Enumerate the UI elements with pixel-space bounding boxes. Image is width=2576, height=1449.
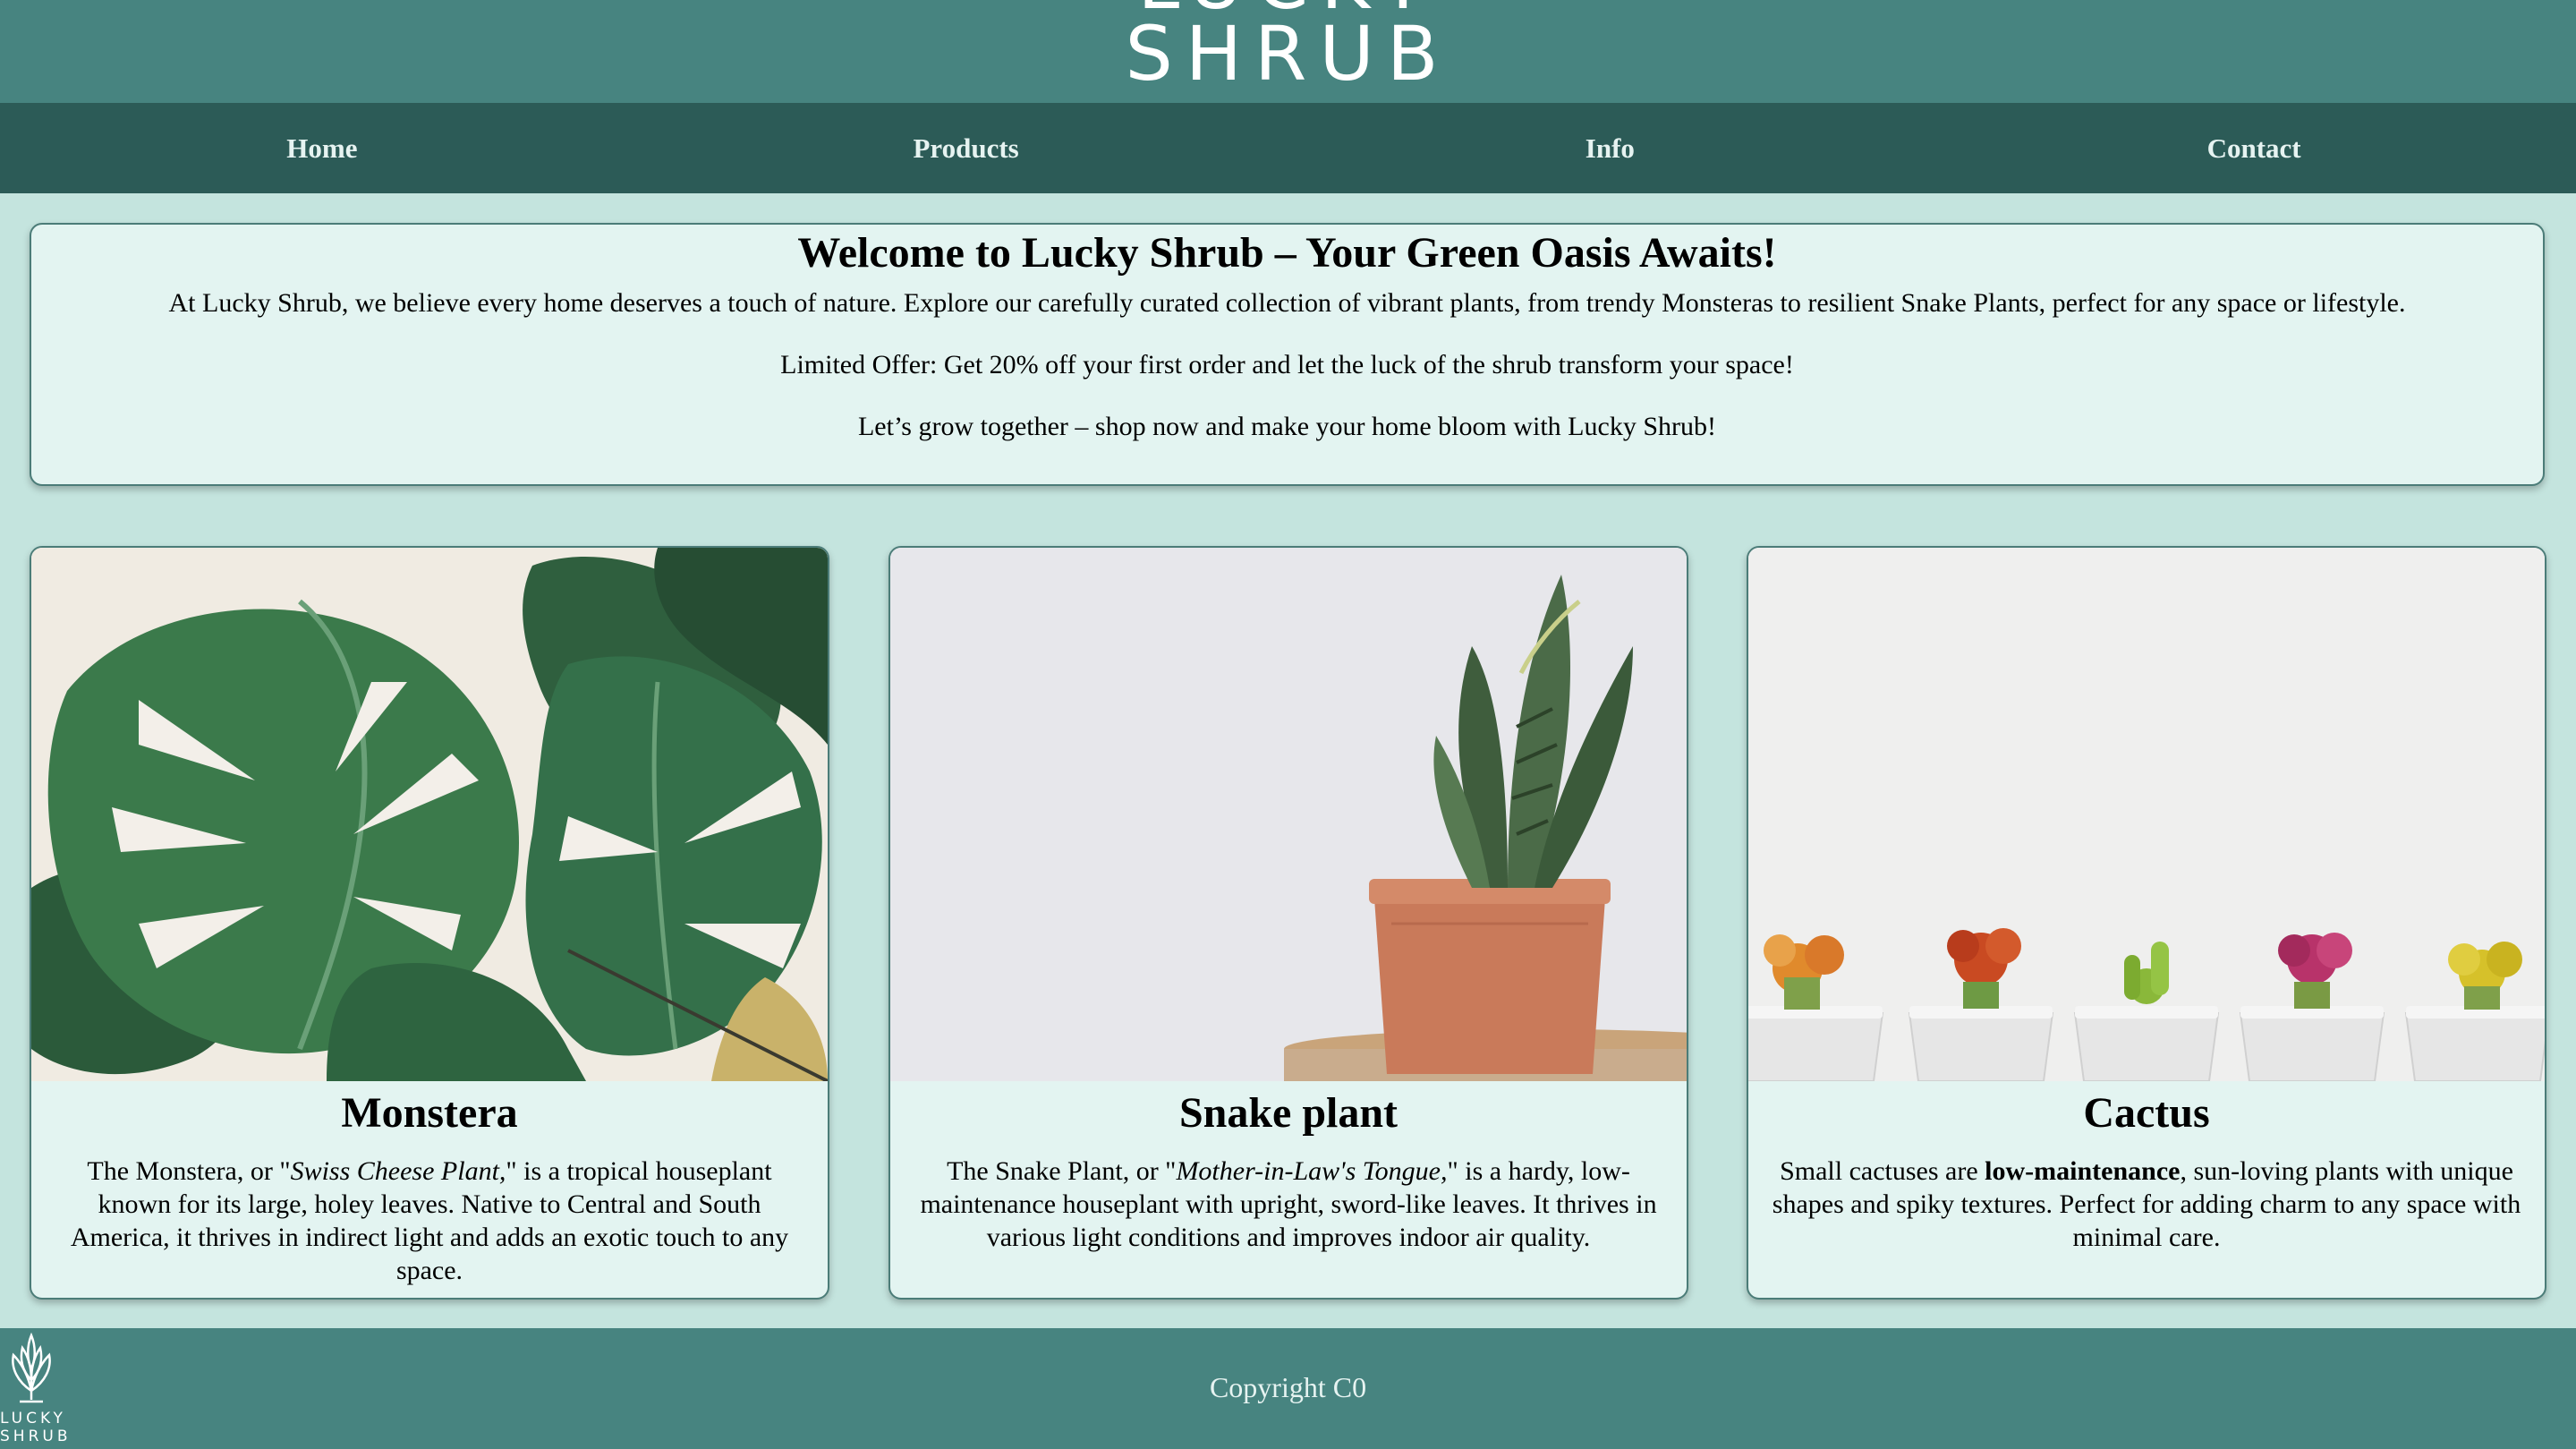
description-emphasis: Swiss Cheese Plant, — [290, 1156, 506, 1186]
footer-logo-text-bottom: SHRUB — [0, 1428, 72, 1445]
description-emphasis: Mother-in-Law's Tongue, — [1176, 1156, 1448, 1186]
page-footer: LUCKY SHRUB Copyright C0 — [0, 1328, 2576, 1449]
header-logo-band: LUCKY SHRUB — [0, 0, 2576, 103]
logo-text-bottom: SHRUB — [1125, 10, 1451, 98]
description-text: The Monstera, or " — [87, 1156, 291, 1186]
product-card-monstera: Monstera The Monstera, or "Swiss Cheese … — [30, 546, 829, 1300]
nav-item-contact[interactable]: Contact — [1932, 132, 2576, 165]
copyright-text: Copyright C0 — [1209, 1371, 1367, 1403]
welcome-box: Welcome to Lucky Shrub – Your Green Oasi… — [30, 223, 2545, 486]
nav-item-home[interactable]: Home — [0, 132, 644, 165]
nav-item-products[interactable]: Products — [644, 132, 1288, 165]
limited-offer-text: Limited Offer: Get 20% off your first or… — [780, 350, 1794, 379]
snake-plant-image — [890, 548, 1687, 1081]
cactus-pots-icon — [1748, 548, 2545, 1081]
monstera-image — [31, 548, 828, 1081]
main-navigation: Home Products Info Contact — [0, 103, 2576, 193]
snake-plant-pot-icon — [890, 548, 1687, 1081]
product-card-cactus: Cactus Small cactuses are low-maintenanc… — [1747, 546, 2546, 1300]
description-text: Small cactuses are — [1780, 1156, 1985, 1186]
product-description: The Monstera, or "Swiss Cheese Plant," i… — [47, 1155, 812, 1287]
footer-logo-text-top: LUCKY — [0, 1410, 66, 1428]
product-title: Snake plant — [1178, 1089, 1399, 1137]
product-description: Small cactuses are low-maintenance, sun-… — [1764, 1155, 2529, 1254]
welcome-title: Welcome to Lucky Shrub – Your Green Oasi… — [797, 229, 1777, 277]
call-to-action-text: Let’s grow together – shop now and make … — [857, 412, 1716, 441]
product-card-snake-plant: Snake plant The Snake Plant, or "Mother-… — [888, 546, 1688, 1300]
cactus-image — [1748, 548, 2545, 1081]
product-title: Cactus — [2083, 1089, 2210, 1137]
nav-item-info[interactable]: Info — [1288, 132, 1933, 165]
product-description: The Snake Plant, or "Mother-in-Law's Ton… — [906, 1155, 1671, 1254]
monstera-leaves-icon — [31, 548, 828, 1081]
description-text: The Snake Plant, or " — [947, 1156, 1177, 1186]
description-emphasis: low-maintenance — [1985, 1156, 2181, 1186]
product-title: Monstera — [341, 1089, 518, 1137]
welcome-intro-text: At Lucky Shrub, we believe every home de… — [168, 288, 2406, 318]
